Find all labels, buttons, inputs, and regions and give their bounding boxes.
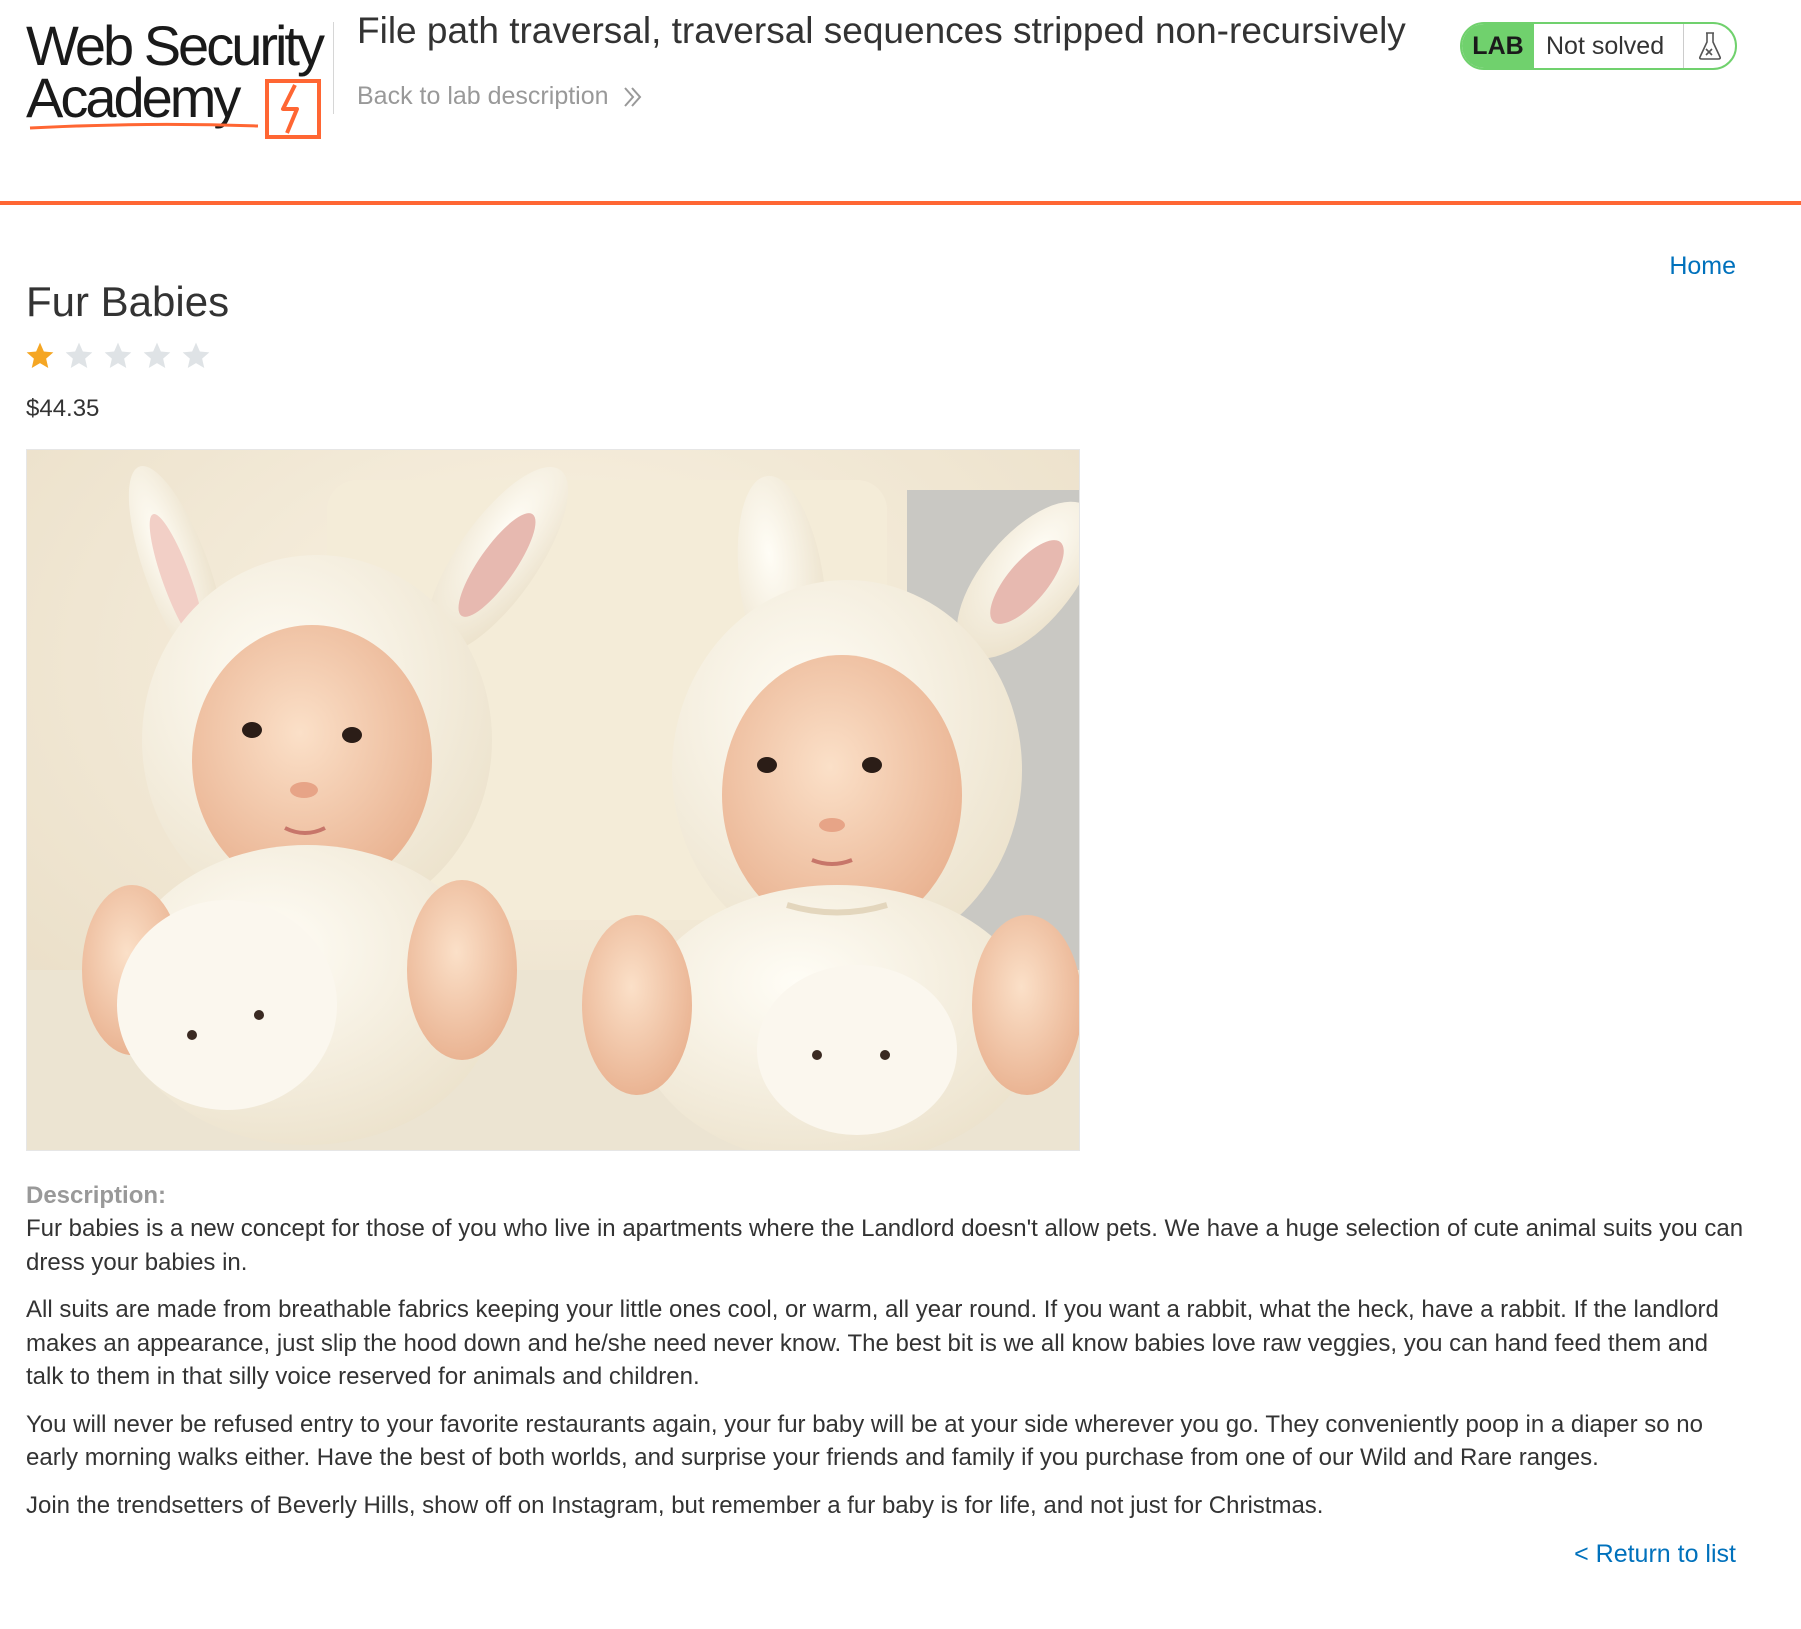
description-paragraph: You will never be refused entry to your … xyxy=(26,1410,1703,1472)
star-icon xyxy=(104,342,132,368)
lab-status-text: Not solved xyxy=(1546,31,1665,60)
back-to-lab-description-link[interactable]: Back to lab description xyxy=(357,82,643,111)
logo-bolt-icon xyxy=(265,79,321,139)
description-paragraph: All suits are made from breathable fabri… xyxy=(26,1296,1719,1390)
star-icon xyxy=(143,342,171,368)
star-icon xyxy=(26,342,54,368)
return-to-list-link[interactable]: < Return to list xyxy=(1574,1540,1736,1569)
web-security-academy-logo[interactable]: Web Security Academy xyxy=(26,18,331,139)
star-icon xyxy=(182,342,210,368)
academy-header: Web Security Academy File path traversal… xyxy=(0,0,1801,205)
description-paragraph: Fur babies is a new concept for those of… xyxy=(26,1215,1744,1276)
star-rating xyxy=(24,340,212,372)
lab-badge: LAB xyxy=(1462,24,1534,68)
lab-title: File path traversal, traversal sequences… xyxy=(357,10,1406,51)
star-icon xyxy=(65,342,93,368)
product-title: Fur Babies xyxy=(26,278,230,325)
product-price: $44.35 xyxy=(26,395,100,422)
back-link-label: Back to lab description xyxy=(357,82,609,110)
product-image xyxy=(26,449,1080,1151)
product-description: Fur babies is a new concept for those of… xyxy=(26,1212,1746,1536)
description-label: Description: xyxy=(26,1182,167,1209)
flask-icon xyxy=(1683,24,1735,68)
double-chevron-right-icon xyxy=(623,86,641,107)
home-link[interactable]: Home xyxy=(1669,252,1736,281)
logo-underline xyxy=(29,122,259,130)
header-divider xyxy=(333,22,334,114)
lab-status-widget: LAB Not solved xyxy=(1460,22,1737,70)
description-paragraph: Join the trendsetters of Beverly Hills, … xyxy=(26,1491,1324,1519)
